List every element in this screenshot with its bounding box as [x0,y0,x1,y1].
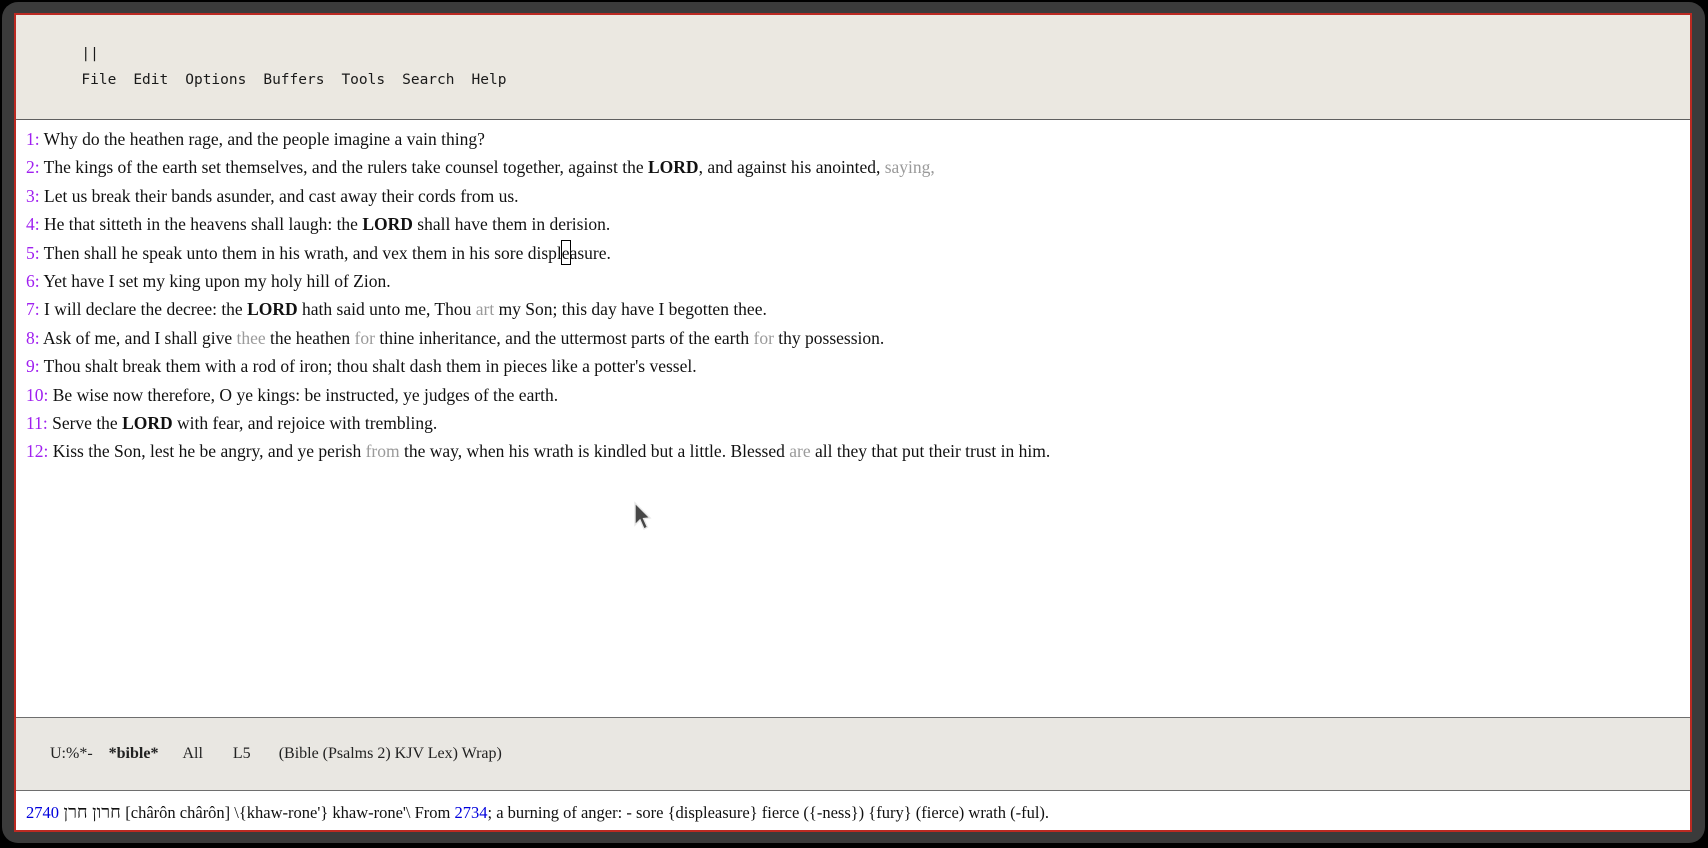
text-segment: asure. [570,243,611,263]
verse-number: 10: [26,385,53,405]
menu-items: FileEditOptionsBuffersToolsSearchHelp [81,72,523,88]
line-number: L5 [233,745,251,762]
verse-number: 2: [26,157,44,177]
text-segment: Then shall he speak unto them in his wra… [44,243,562,263]
verse-number: 7: [26,299,44,319]
text-segment: LORD [247,299,298,319]
strongs-link[interactable]: 2734 [455,803,488,822]
text-segment: Yet have I set my king upon my holy hill… [43,271,390,291]
bible-verses: 1: Why do the heathen rage, and the peop… [26,125,1682,466]
menu-search[interactable]: Search [402,67,454,93]
text-segment: my Son; this day have I begotten thee. [494,299,767,319]
verse-number: 3: [26,186,44,206]
text-segment: hath said unto me, Thou [298,299,476,319]
text-segment: Serve the [52,413,122,433]
window-frame: || FileEditOptionsBuffersToolsSearchHelp… [2,2,1705,843]
text-segment: from [366,441,400,461]
text-segment: for [754,328,774,348]
verse-line: 4: He that sitteth in the heavens shall … [26,210,1682,238]
text-segment: the way, when his wrath is kindled but a… [400,441,790,461]
menu-edit[interactable]: Edit [133,67,168,93]
verse-line: 12: Kiss the Son, lest he be angry, and … [26,437,1682,465]
text-segment: shall have them in derision. [413,214,610,234]
verse-line: 2: The kings of the earth set themselves… [26,153,1682,181]
verse-number: 6: [26,271,43,291]
verse-number: 1: [26,129,44,149]
text-segment: thy possession. [774,328,884,348]
text-segment: The kings of the earth set themselves, a… [44,157,648,177]
verse-line: 8: Ask of me, and I shall give thee the … [26,324,1682,352]
text-segment: Thou shalt break them with a rod of iron… [44,356,697,376]
buffer-name: *bible* [109,745,159,762]
text-segment: LORD [648,157,699,177]
verse-line: 5: Then shall he speak unto them in his … [26,239,1682,267]
text-segment: Ask of me, and I shall give [43,328,236,348]
text-segment: , and against his anointed, [699,157,885,177]
emacs-frame: || FileEditOptionsBuffersToolsSearchHelp… [14,13,1692,832]
verse-line: 9: Thou shalt break them with a rod of i… [26,352,1682,380]
text-segment: saying, [885,157,935,177]
verse-number: 8: [26,328,43,348]
text-segment: Let us break their bands asunder, and ca… [44,186,519,206]
text-segment: [chârôn chârôn] \{khaw-rone'} khaw-rone'… [125,803,454,822]
verse-line: 11: Serve the LORD with fear, and rejoic… [26,409,1682,437]
text-segment: Be wise now therefore, O ye kings: be in… [53,385,558,405]
text-segment: ; a burning of anger: - sore {displeasur… [488,803,1050,822]
menu-help[interactable]: Help [472,67,507,93]
verse-line: 7: I will declare the decree: the LORD h… [26,295,1682,323]
menu-tools[interactable]: Tools [341,67,385,93]
text-segment: חרון חרן [59,802,125,822]
verse-line: 1: Why do the heathen rage, and the peop… [26,125,1682,153]
text-segment: are [789,441,810,461]
verse-number: 5: [26,243,44,263]
lexicon-entry: 2740 חרון חרן [chârôn chârôn] \{khaw-ron… [26,799,1682,826]
scroll-position: All [182,745,202,762]
verse-number: 9: [26,356,44,376]
strongs-link[interactable]: 2740 [26,803,59,822]
major-mode: (Bible (Psalms 2) KJV Lex) Wrap) [279,745,502,762]
text-segment: Kiss the Son, lest he be angry, and ye p… [53,441,366,461]
lexicon-buffer[interactable]: 2740 חרון חרן [chârôn chârôn] \{khaw-ron… [16,791,1690,832]
text-segment: thee [236,328,265,348]
modeline-bible[interactable]: U:%*- *bible* All L5 (Bible (Psalms 2) KJV L… [16,717,1690,791]
verse-number: 11: [26,413,52,433]
text-segment: all they that put their trust in him. [811,441,1051,461]
menu-file[interactable]: File [81,67,116,93]
menu-grip: || [81,41,98,67]
text-segment: with fear, and rejoice with trembling. [173,413,438,433]
text-segment: for [355,328,375,348]
text-segment: I will declare the decree: the [44,299,247,319]
bible-buffer[interactable]: 1: Why do the heathen rage, and the peop… [16,120,1690,717]
text-cursor: e [562,243,570,263]
menu-options[interactable]: Options [185,67,246,93]
text-segment: LORD [122,413,173,433]
menu-bar[interactable]: || FileEditOptionsBuffersToolsSearchHelp [16,15,1690,120]
text-segment: thine inheritance, and the uttermost par… [375,328,754,348]
text-segment: the heathen [266,328,355,348]
verse-number: 4: [26,214,44,234]
verse-line: 10: Be wise now therefore, O ye kings: b… [26,381,1682,409]
menu-buffers[interactable]: Buffers [263,67,324,93]
verse-number: 12: [26,441,53,461]
text-segment: LORD [362,214,413,234]
text-segment: art [476,299,494,319]
text-segment: Why do the heathen rage, and the people … [44,129,485,149]
verse-line: 6: Yet have I set my king upon my holy h… [26,267,1682,295]
verse-line: 3: Let us break their bands asunder, and… [26,182,1682,210]
text-segment: He that sitteth in the heavens shall lau… [44,214,362,234]
modeline-flags: U:%*- [50,745,93,762]
